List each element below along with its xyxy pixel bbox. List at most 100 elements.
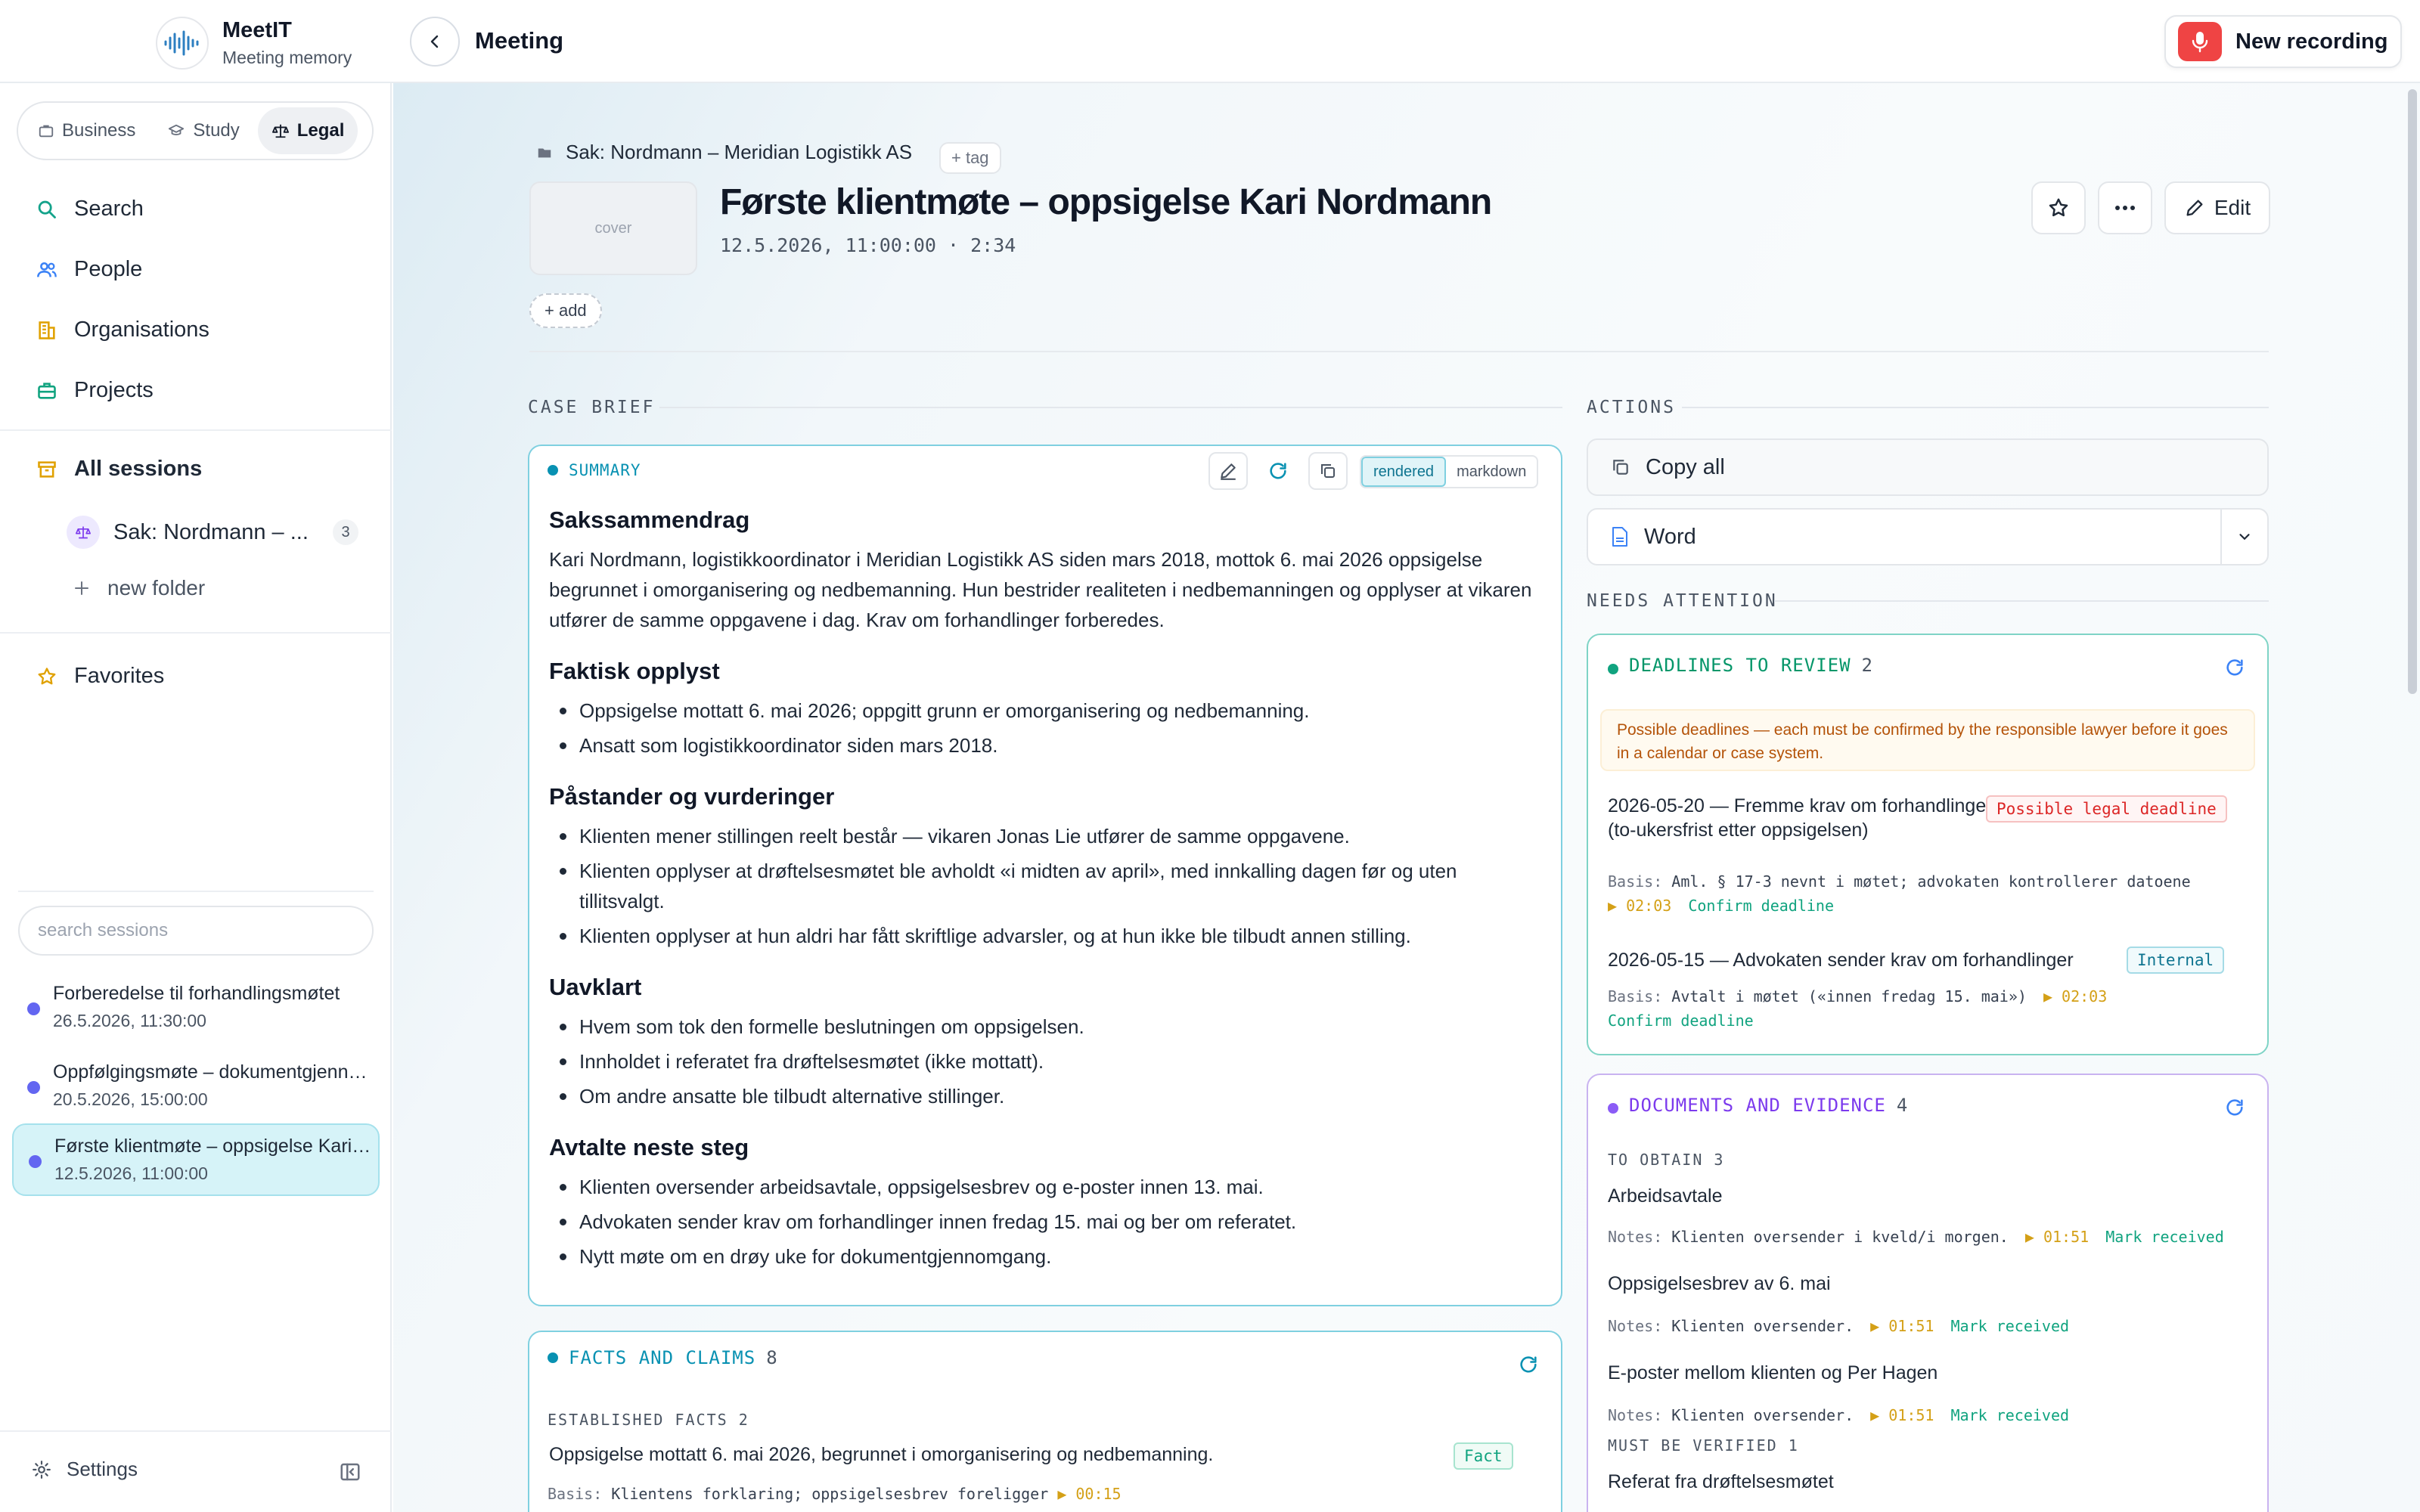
nav-organisations[interactable]: Organisations bbox=[36, 318, 209, 342]
new-folder-button[interactable]: new folder bbox=[73, 576, 205, 600]
bullet-list: Hvem som tok den formelle beslutningen o… bbox=[560, 1012, 1547, 1111]
bullet-list: Klienten mener stillingen reelt består —… bbox=[560, 821, 1547, 951]
view-markdown-tab[interactable]: markdown bbox=[1446, 457, 1537, 487]
list-item: Klienten oversender arbeidsavtale, oppsi… bbox=[560, 1172, 1547, 1202]
add-tag-button[interactable]: + tag bbox=[939, 142, 1001, 174]
session-dot bbox=[29, 1155, 42, 1168]
nav-all-sessions-label: All sessions bbox=[74, 457, 203, 481]
mark-received-link[interactable]: Mark received bbox=[1951, 1317, 2070, 1335]
timestamp-link[interactable]: ▶ 02:03 bbox=[2043, 987, 2107, 1005]
bullet-list: Oppsigelse mottatt 6. mai 2026; oppgitt … bbox=[560, 696, 1547, 761]
fact-basis: Basis: Klientens forklaring; oppsigelses… bbox=[548, 1485, 1122, 1503]
notes-text: Klienten oversender. bbox=[1671, 1317, 1854, 1335]
meeting-title: Første klientmøte – oppsigelse Kari Nord… bbox=[720, 182, 1492, 222]
session-date: 26.5.2026, 11:30:00 bbox=[53, 1011, 206, 1030]
document-title: Referat fra drøftelsesmøtet bbox=[1608, 1471, 1834, 1492]
divider bbox=[659, 407, 1562, 408]
export-options-dropdown[interactable] bbox=[2220, 508, 2269, 565]
timestamp-link[interactable]: ▶ 01:51 bbox=[1870, 1317, 1934, 1335]
nav-organisations-label: Organisations bbox=[74, 318, 209, 342]
list-item: Innholdet i referatet fra drøftelsesmøte… bbox=[560, 1046, 1547, 1077]
favorite-button[interactable] bbox=[2031, 181, 2086, 234]
microphone-icon bbox=[2178, 22, 2222, 61]
copy-summary-button[interactable] bbox=[1308, 452, 1348, 490]
edit-button[interactable]: Edit bbox=[2164, 181, 2270, 234]
top-bar: MeetIT Meeting memory Meeting New record… bbox=[0, 0, 2420, 83]
list-item: Om andre ansatte ble tilbudt alternative… bbox=[560, 1081, 1547, 1111]
summary-body: Sakssammendrag Kari Nordmann, logistikko… bbox=[549, 507, 1547, 1276]
session-item[interactable]: Forberedelse til forhandlingsmøtet 26.5.… bbox=[12, 972, 380, 1045]
export-word-button[interactable]: Word bbox=[1587, 508, 2222, 565]
refresh-icon bbox=[1520, 1356, 1537, 1373]
refresh-icon bbox=[1270, 463, 1286, 479]
scales-icon bbox=[271, 124, 289, 138]
deadlines-count: 2 bbox=[1861, 655, 1873, 676]
back-button[interactable] bbox=[410, 17, 460, 67]
section-heading: Påstander og vurderinger bbox=[549, 783, 835, 810]
star-icon bbox=[38, 667, 56, 684]
gear-icon bbox=[33, 1460, 51, 1479]
session-search-input[interactable] bbox=[18, 906, 374, 956]
timestamp-link[interactable]: ▶ 01:51 bbox=[1870, 1406, 1934, 1424]
divider bbox=[0, 1430, 392, 1432]
edit-summary-button[interactable] bbox=[1208, 452, 1248, 490]
sidebar: Business Study Legal Search People Organ… bbox=[0, 83, 392, 1512]
section-heading: Uavklart bbox=[549, 974, 642, 1000]
mode-study[interactable]: Study bbox=[154, 107, 253, 154]
search-icon bbox=[38, 200, 56, 218]
session-date: 12.5.2026, 11:00:00 bbox=[54, 1163, 208, 1183]
summary-intro: Kari Nordmann, logistikkoordinator i Mer… bbox=[549, 548, 1532, 631]
more-button[interactable] bbox=[2098, 181, 2152, 234]
page-title: Meeting bbox=[475, 27, 564, 54]
nav-projects-label: Projects bbox=[74, 378, 154, 402]
refresh-facts-button[interactable] bbox=[1509, 1346, 1547, 1383]
new-recording-button[interactable]: New recording bbox=[2164, 15, 2402, 68]
nav-people[interactable]: People bbox=[36, 257, 142, 282]
view-rendered-tab[interactable]: rendered bbox=[1361, 457, 1447, 487]
basis-label: Basis: bbox=[548, 1485, 603, 1503]
refresh-icon bbox=[2226, 659, 2243, 676]
regenerate-summary-button[interactable] bbox=[1258, 452, 1298, 490]
divider bbox=[1682, 407, 2269, 408]
add-button[interactable]: + add bbox=[529, 293, 602, 328]
confirm-deadline-link[interactable]: Confirm deadline bbox=[1688, 897, 1834, 915]
brand[interactable]: MeetIT Meeting memory bbox=[156, 17, 352, 70]
nav-favorites[interactable]: Favorites bbox=[36, 664, 164, 689]
deadline-actions: ▶ 02:03 Confirm deadline bbox=[1608, 897, 1834, 915]
notes-text: Klienten oversender i kveld/i morgen. bbox=[1671, 1228, 2009, 1246]
new-folder-label: new folder bbox=[107, 576, 206, 600]
copy-all-button[interactable]: Copy all bbox=[1587, 438, 2269, 496]
settings-button[interactable]: Settings bbox=[32, 1458, 138, 1481]
waveform-logo-icon bbox=[156, 17, 209, 70]
session-item[interactable]: Oppfølgingsmøte – dokumentgjennomgang 20… bbox=[12, 1051, 380, 1123]
folder-item[interactable]: Sak: Nordmann – ... 3 bbox=[67, 511, 358, 553]
mark-received-link[interactable]: Mark received bbox=[2105, 1228, 2224, 1246]
cover-placeholder[interactable]: cover bbox=[529, 181, 697, 275]
nav-search[interactable]: Search bbox=[36, 197, 144, 222]
bullet-list: Klienten oversender arbeidsavtale, oppsi… bbox=[560, 1172, 1547, 1272]
building-icon bbox=[39, 321, 55, 339]
document-title: E-poster mellom klienten og Per Hagen bbox=[1608, 1362, 1938, 1383]
breadcrumb[interactable]: Sak: Nordmann – Meridian Logistikk AS bbox=[535, 141, 912, 164]
session-item-active[interactable]: Første klientmøte – oppsigelse Kari Nord… bbox=[12, 1123, 380, 1196]
basis-label: Basis: bbox=[1608, 987, 1663, 1005]
mode-business[interactable]: Business bbox=[24, 107, 149, 154]
timestamp-link[interactable]: ▶ 00:15 bbox=[1057, 1485, 1121, 1503]
view-toggle: rendered markdown bbox=[1360, 455, 1539, 488]
mode-business-label: Business bbox=[62, 120, 136, 141]
deadlines-label: DEADLINES TO REVIEW bbox=[1629, 655, 1851, 676]
document-title: Arbeidsavtale bbox=[1608, 1185, 1723, 1207]
timestamp-link[interactable]: ▶ 01:51 bbox=[2025, 1228, 2089, 1246]
scrollbar[interactable] bbox=[2408, 89, 2417, 694]
nav-projects[interactable]: Projects bbox=[36, 378, 154, 403]
refresh-documents-button[interactable] bbox=[2216, 1089, 2254, 1126]
nav-favorites-label: Favorites bbox=[74, 664, 165, 688]
refresh-deadlines-button[interactable] bbox=[2216, 649, 2254, 686]
collapse-sidebar-icon[interactable] bbox=[339, 1461, 361, 1483]
mode-legal[interactable]: Legal bbox=[257, 107, 358, 154]
nav-all-sessions[interactable]: All sessions bbox=[36, 457, 202, 482]
timestamp-link[interactable]: ▶ 02:03 bbox=[1608, 897, 1671, 915]
mark-received-link[interactable]: Mark received bbox=[1951, 1406, 2070, 1424]
deadline-badge: Possible legal deadline bbox=[1986, 795, 2227, 823]
confirm-deadline-link[interactable]: Confirm deadline bbox=[1608, 1012, 1754, 1030]
